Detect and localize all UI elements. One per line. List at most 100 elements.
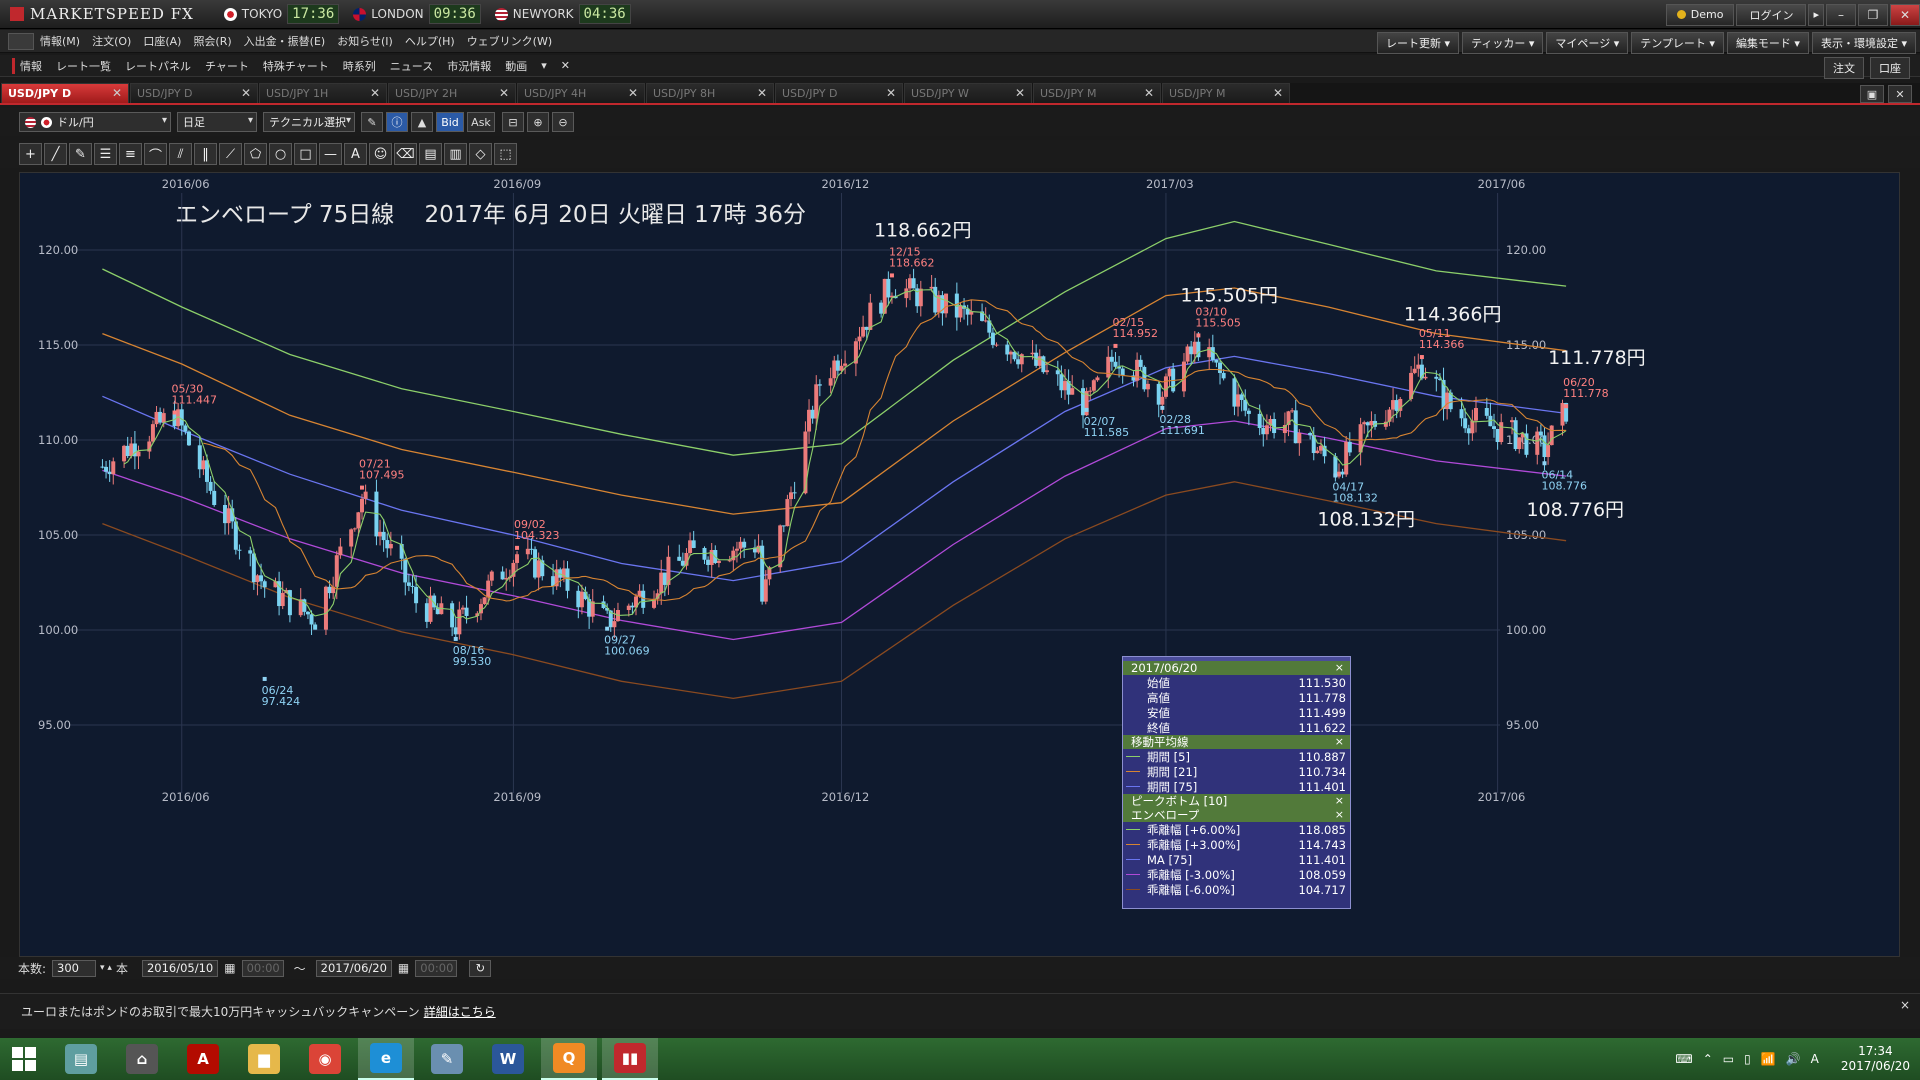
crosshair-tool-button[interactable]: + bbox=[19, 143, 42, 165]
close-icon[interactable]: ✕ bbox=[1273, 86, 1283, 100]
taskbar-app-paint[interactable]: ✎ bbox=[419, 1038, 475, 1080]
chart-tab[interactable]: USD/JPY M ✕ bbox=[1033, 83, 1161, 103]
chart-tab[interactable]: USD/JPY D ✕ bbox=[1, 83, 129, 103]
channel-tool-button[interactable]: ⫽ bbox=[169, 143, 192, 165]
chart-tab[interactable]: USD/JPY D ✕ bbox=[130, 83, 258, 103]
pencil-tool-button[interactable]: ✎ bbox=[69, 143, 92, 165]
select-tool-button[interactable]: ⬚ bbox=[494, 143, 517, 165]
menu-right-button[interactable]: マイページ ▾ bbox=[1546, 32, 1629, 54]
close-window-button[interactable]: ✕ bbox=[1890, 3, 1920, 26]
end-date-input[interactable]: 2017/06/20 bbox=[315, 959, 392, 977]
taskbar-app-ie[interactable]: e bbox=[358, 1038, 414, 1080]
close-icon[interactable]: ✕ bbox=[241, 86, 251, 100]
menu-right-button[interactable]: 表示・環境設定 ▾ bbox=[1811, 32, 1916, 54]
close-chart-button[interactable]: ✕ bbox=[1888, 85, 1912, 103]
arc-tool-button[interactable]: ⌒ bbox=[144, 143, 167, 165]
menu-item[interactable]: ヘルプ(H) bbox=[405, 33, 455, 49]
tray-icon[interactable]: ▯ bbox=[1744, 1052, 1751, 1066]
menu-right-button[interactable]: 編集モード ▾ bbox=[1726, 32, 1809, 54]
tray-icon[interactable]: 🔊 bbox=[1786, 1052, 1801, 1066]
info-button[interactable]: ⓘ bbox=[386, 112, 408, 132]
chart-panel[interactable]: エンベロープ 75日線 2017年 6月 20日 火曜日 17時 36分 120.… bbox=[19, 172, 1900, 957]
system-clock[interactable]: 17:34 2017/06/20 bbox=[1841, 1044, 1910, 1074]
trend-line-tool-button[interactable]: ╱ bbox=[44, 143, 67, 165]
eraser-tool-button[interactable]: ⌫ bbox=[394, 143, 417, 165]
menu-item[interactable]: 情報(M) bbox=[40, 33, 80, 49]
currency-pair-select[interactable]: ドル/円 ▾ bbox=[19, 112, 171, 132]
menu-right-button[interactable]: テンプレート ▾ bbox=[1631, 32, 1724, 54]
close-icon[interactable]: ✕ bbox=[1015, 86, 1025, 100]
zoom-in-button[interactable]: ⊕ bbox=[527, 112, 549, 132]
ask-button[interactable]: Ask bbox=[467, 112, 495, 132]
shortcut-item[interactable]: ニュース bbox=[390, 58, 433, 74]
bid-button[interactable]: Bid bbox=[436, 112, 464, 132]
taskbar-app-chat[interactable]: Q bbox=[541, 1038, 597, 1080]
paste-tool-button[interactable]: ▥ bbox=[444, 143, 467, 165]
close-icon[interactable]: ✕ bbox=[757, 86, 767, 100]
shortcut-dropdown-icon[interactable]: ▾ bbox=[541, 59, 547, 72]
polygon-tool-button[interactable]: ⬠ bbox=[244, 143, 267, 165]
chart-tab[interactable]: USD/JPY W ✕ bbox=[904, 83, 1032, 103]
zoom-out-button[interactable]: ⊖ bbox=[552, 112, 574, 132]
compress-button[interactable]: ⊟ bbox=[502, 112, 524, 132]
close-icon[interactable]: ✕ bbox=[112, 86, 122, 100]
start-button[interactable] bbox=[0, 1038, 48, 1080]
technical-select[interactable]: テクニカル選択 ▾ bbox=[263, 112, 355, 132]
chart-tab[interactable]: USD/JPY 4H ✕ bbox=[517, 83, 645, 103]
menu-right-button[interactable]: レート更新 ▾ bbox=[1377, 32, 1460, 54]
close-icon[interactable]: × bbox=[1335, 808, 1344, 821]
banner-link[interactable]: 詳細はこちら bbox=[424, 1003, 496, 1020]
login-arrow-button[interactable]: ▸ bbox=[1808, 3, 1824, 26]
chart-tab[interactable]: USD/JPY 2H ✕ bbox=[388, 83, 516, 103]
shortcut-item[interactable]: 特殊チャート bbox=[263, 58, 329, 74]
minimize-button[interactable]: – bbox=[1826, 3, 1856, 26]
start-date-input[interactable]: 2016/05/10 bbox=[141, 959, 219, 977]
calendar-icon[interactable]: ▦ bbox=[224, 961, 235, 975]
menu-item[interactable]: 注文(O) bbox=[92, 33, 131, 49]
start-time-input[interactable]: 00:00 bbox=[241, 959, 284, 977]
menu-right-button[interactable]: ティッカー ▾ bbox=[1462, 32, 1544, 54]
close-icon[interactable]: ✕ bbox=[886, 86, 896, 100]
fill-tool-button[interactable]: ◇ bbox=[469, 143, 492, 165]
reload-button[interactable]: ↻ bbox=[469, 959, 492, 977]
taskbar-app-marketspeed[interactable]: ▮▮ bbox=[602, 1038, 658, 1080]
shortcut-item[interactable]: レート一覧 bbox=[56, 58, 111, 74]
taskbar-app-explorer[interactable]: ▤ bbox=[53, 1038, 109, 1080]
chart-tab[interactable]: USD/JPY 8H ✕ bbox=[646, 83, 774, 103]
shortcut-item[interactable]: 市況情報 bbox=[447, 58, 491, 74]
horizontal-line-tool-button[interactable]: — bbox=[319, 143, 342, 165]
menu-item[interactable]: 入出金・振替(E) bbox=[244, 33, 326, 49]
login-button[interactable]: ログイン bbox=[1736, 3, 1807, 26]
end-time-input[interactable]: 00:00 bbox=[415, 959, 458, 977]
close-icon[interactable]: ✕ bbox=[1144, 86, 1154, 100]
taskbar-app-chrome[interactable]: ◉ bbox=[297, 1038, 353, 1080]
menu-item[interactable]: ウェブリンク(W) bbox=[467, 33, 552, 49]
timeframe-select[interactable]: 日足 ▾ bbox=[177, 112, 257, 132]
tray-icon[interactable]: ▭ bbox=[1723, 1052, 1734, 1066]
close-icon[interactable]: × bbox=[1335, 794, 1344, 807]
icon-tool-button[interactable]: ☺ bbox=[369, 143, 392, 165]
indicator-info-panel[interactable]: 2017/06/20 × 始値 111.530 高値 111.778 安値 111.499 終… bbox=[1122, 656, 1351, 909]
circle-tool-button[interactable]: ○ bbox=[269, 143, 292, 165]
chart-tab[interactable]: USD/JPY M ✕ bbox=[1162, 83, 1290, 103]
taskbar-app-folder[interactable]: ▆ bbox=[236, 1038, 292, 1080]
close-icon[interactable]: ✕ bbox=[370, 86, 380, 100]
taskbar-app-network[interactable]: ⌂ bbox=[114, 1038, 170, 1080]
close-icon[interactable]: ✕ bbox=[499, 86, 509, 100]
tray-icon[interactable]: 📶 bbox=[1761, 1052, 1776, 1066]
shortcut-right-button[interactable]: 口座 bbox=[1870, 57, 1910, 79]
menu-item[interactable]: 照会(R) bbox=[193, 33, 231, 49]
shortcut-item[interactable]: レートパネル bbox=[125, 58, 191, 74]
tray-icon[interactable]: A bbox=[1811, 1052, 1819, 1066]
price-chart[interactable]: エンベロープ 75日線 2017年 6月 20日 火曜日 17時 36分 120.… bbox=[20, 173, 1901, 958]
horizontal-lines-tool-button[interactable]: ≡ bbox=[119, 143, 142, 165]
chart-tab[interactable]: USD/JPY D ✕ bbox=[775, 83, 903, 103]
taskbar-app-word[interactable]: W bbox=[480, 1038, 536, 1080]
close-icon[interactable]: × bbox=[1335, 661, 1344, 674]
tray-icon[interactable]: ⌃ bbox=[1703, 1052, 1713, 1066]
count-input[interactable]: 300 bbox=[52, 959, 97, 977]
shortcut-right-button[interactable]: 注文 bbox=[1824, 57, 1864, 79]
close-icon[interactable]: × bbox=[1900, 998, 1910, 1012]
chart-tab[interactable]: USD/JPY 1H ✕ bbox=[259, 83, 387, 103]
rectangle-tool-button[interactable]: □ bbox=[294, 143, 317, 165]
